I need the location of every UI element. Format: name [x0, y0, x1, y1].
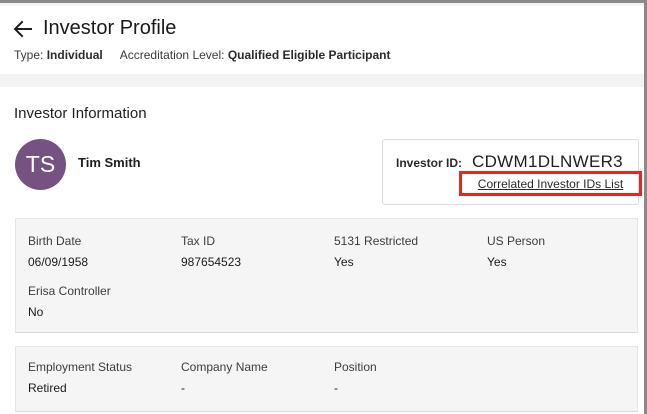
field-label: Birth Date: [28, 234, 82, 248]
field-position: Position -: [334, 360, 377, 395]
page-header: Investor Profile Type: Individual Accred…: [0, 6, 644, 74]
investor-id-label: Investor ID:: [396, 156, 463, 170]
field-label: Employment Status: [28, 360, 133, 374]
page-title: Investor Profile: [43, 17, 177, 39]
field-value: No: [28, 305, 44, 319]
personal-details-panel: Birth Date 06/09/1958 Tax ID 987654523 5…: [15, 218, 638, 333]
field-label: Erisa Controller: [28, 284, 111, 298]
investor-id-value: CDWM1DLNWER3: [472, 152, 623, 171]
field-value: -: [334, 381, 338, 395]
field-label: Position: [334, 360, 377, 374]
section-title: Investor Information: [14, 105, 147, 122]
investor-name: Tim Smith: [78, 155, 141, 170]
field-value: -: [181, 381, 185, 395]
avatar: TS: [15, 139, 66, 190]
correlated-investor-ids-link[interactable]: Correlated Investor IDs List: [459, 171, 642, 196]
field-label: US Person: [487, 234, 546, 248]
back-arrow-icon[interactable]: [12, 18, 34, 40]
type-label: Type:: [14, 48, 44, 62]
field-erisa-controller: Erisa Controller No: [28, 284, 111, 319]
field-value: Yes: [334, 255, 354, 269]
accreditation-label: Accreditation Level:: [119, 48, 225, 62]
field-birth-date: Birth Date 06/09/1958: [28, 234, 88, 269]
field-value: 06/09/1958: [28, 255, 89, 269]
field-label: Company Name: [181, 360, 268, 374]
accreditation-value: Qualified Eligible Participant: [227, 48, 391, 62]
field-value: Retired: [28, 381, 67, 395]
field-company-name: Company Name -: [181, 360, 268, 395]
field-employment-status: Employment Status Retired: [28, 360, 132, 395]
field-value: Yes: [487, 255, 507, 269]
field-tax-id: Tax ID 987654523: [181, 234, 241, 269]
field-5131-restricted: 5131 Restricted Yes: [334, 234, 418, 269]
window-frame: Investor Profile Type: Individual Accred…: [0, 0, 647, 414]
field-us-person: US Person Yes: [487, 234, 545, 269]
field-label: 5131 Restricted: [334, 234, 419, 248]
type-value: Individual: [46, 48, 103, 62]
investor-information-card: Investor Information TS Tim Smith Invest…: [0, 87, 644, 414]
profile-meta: Type: Individual Accreditation Level: Qu…: [14, 48, 391, 62]
field-value: 987654523: [181, 255, 242, 269]
employment-details-panel: Employment Status Retired Company Name -…: [15, 346, 638, 412]
field-label: Tax ID: [181, 234, 216, 248]
